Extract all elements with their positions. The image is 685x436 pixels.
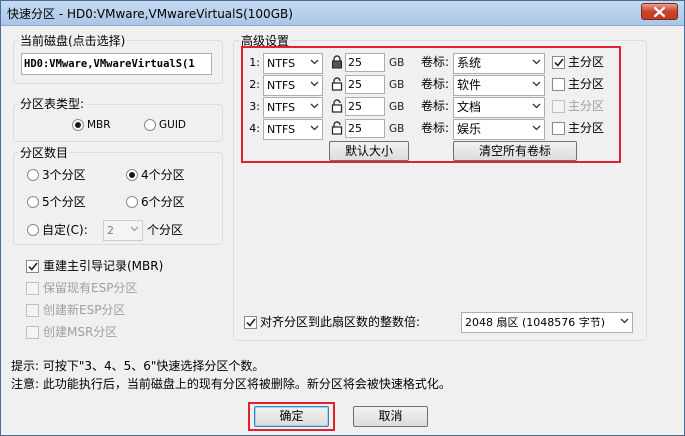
six-partitions-label[interactable]: 6个分区 — [141, 195, 185, 209]
create-msr-label[interactable]: 创建MSR分区 — [43, 325, 117, 339]
align-sectors-select[interactable]: 2048 扇区 (1048576 字节) — [461, 312, 633, 333]
five-partitions-radio[interactable] — [27, 196, 39, 208]
current-disk-legend: 当前磁盘(点击选择) — [18, 32, 128, 49]
align-partitions-checkbox[interactable] — [244, 316, 257, 329]
highlight-frame-advanced — [241, 46, 621, 163]
create-esp-checkbox[interactable] — [26, 304, 39, 317]
mbr-radio[interactable] — [72, 119, 84, 131]
close-icon — [654, 6, 665, 17]
create-msr-checkbox[interactable] — [26, 326, 39, 339]
three-partitions-radio[interactable] — [27, 169, 39, 181]
checkmark-icon — [245, 318, 256, 327]
four-partitions-label[interactable]: 4个分区 — [141, 168, 185, 182]
tip-text: 提示: 可按下"3、4、5、6"快速选择分区个数。 — [11, 359, 265, 373]
warning-text: 注意: 此功能执行后，当前磁盘上的现有分区将被删除。新分区将会被快速格式化。 — [11, 377, 451, 391]
chevron-down-icon — [130, 226, 139, 232]
partition-table-legend: 分区表类型: — [18, 95, 87, 112]
guid-label[interactable]: GUID — [159, 118, 186, 132]
six-partitions-radio[interactable] — [126, 196, 138, 208]
title-bar[interactable]: 快速分区 - HD0:VMware,VMwareVirtualS(100GB) — [1, 1, 684, 26]
checkmark-icon — [27, 262, 38, 271]
partition-count-legend: 分区数目 — [18, 144, 71, 161]
mbr-label[interactable]: MBR — [87, 118, 111, 132]
custom-count-value: 2 — [107, 224, 114, 237]
chevron-down-icon — [620, 318, 629, 324]
current-disk-selector[interactable]: HD0:VMware,VMwareVirtualS(1 — [21, 53, 212, 75]
four-partitions-radio[interactable] — [126, 169, 138, 181]
custom-count-unit: 个分区 — [147, 223, 184, 237]
five-partitions-label[interactable]: 5个分区 — [42, 195, 86, 209]
keep-esp-label[interactable]: 保留现有ESP分区 — [43, 281, 137, 295]
keep-esp-checkbox[interactable] — [26, 282, 39, 295]
rebuild-mbr-label[interactable]: 重建主引导记录(MBR) — [43, 259, 163, 273]
guid-radio[interactable] — [144, 119, 156, 131]
custom-count-label[interactable]: 自定(C): — [42, 223, 88, 237]
custom-count-radio[interactable] — [27, 224, 39, 236]
align-sectors-value: 2048 扇区 (1048576 字节) — [465, 316, 606, 329]
rebuild-mbr-checkbox[interactable] — [26, 260, 39, 273]
quick-partition-dialog: 快速分区 - HD0:VMware,VMwareVirtualS(100GB) … — [0, 0, 685, 436]
custom-count-select[interactable]: 2 — [103, 220, 143, 241]
window-title: 快速分区 - HD0:VMware,VMwareVirtualS(100GB) — [7, 7, 293, 21]
cancel-button[interactable]: 取消 — [353, 406, 428, 427]
close-button[interactable] — [641, 3, 678, 20]
ok-button[interactable]: 确定 — [254, 406, 329, 427]
three-partitions-label[interactable]: 3个分区 — [42, 168, 86, 182]
create-esp-label[interactable]: 创建新ESP分区 — [43, 303, 125, 317]
align-partitions-label[interactable]: 对齐分区到此扇区数的整数倍: — [260, 315, 420, 329]
